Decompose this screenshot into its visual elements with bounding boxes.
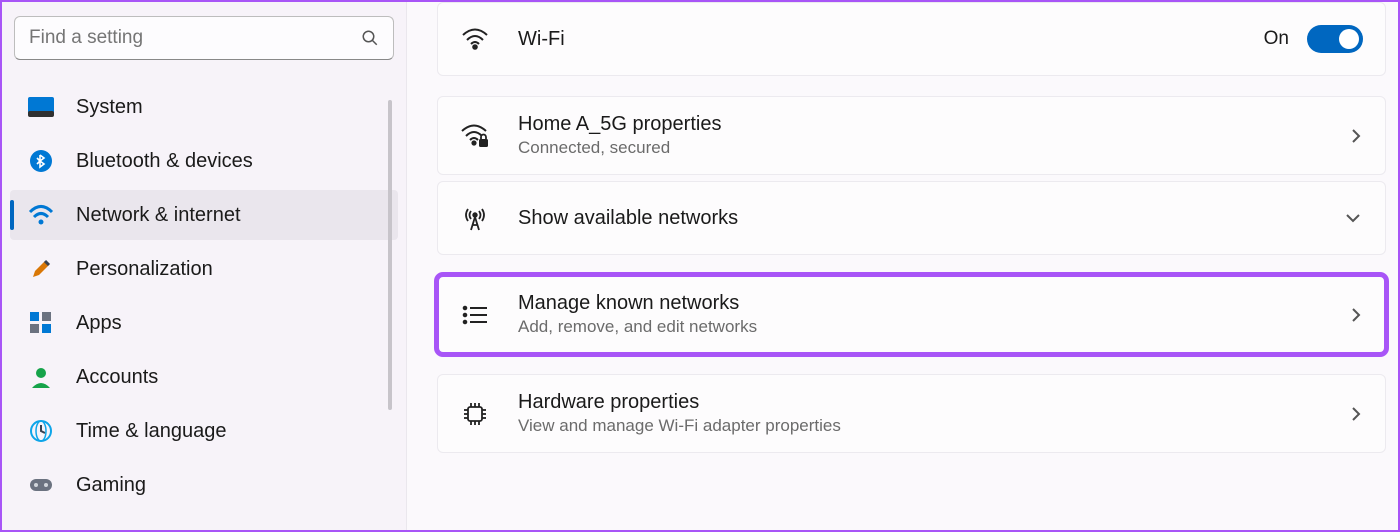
sidebar-item-label: Personalization	[76, 258, 213, 281]
apps-icon	[28, 310, 54, 336]
search-input[interactable]	[29, 27, 361, 49]
wifi-toggle-label: On	[1264, 28, 1289, 50]
sidebar-item-label: Network & internet	[76, 204, 241, 227]
system-icon	[28, 94, 54, 120]
network-icon	[28, 202, 54, 228]
sidebar: System Bluetooth & devices Network & int…	[2, 2, 407, 530]
sidebar-item-label: Time & language	[76, 420, 226, 443]
accounts-icon	[28, 364, 54, 390]
sidebar-item-accounts[interactable]: Accounts	[10, 352, 398, 402]
sidebar-item-label: Bluetooth & devices	[76, 150, 253, 173]
main-content: Wi-Fi On Home A_5G properties Connected,…	[407, 2, 1398, 530]
manage-known-title: Manage known networks	[518, 292, 1321, 315]
sidebar-item-label: Apps	[76, 312, 122, 335]
chip-icon	[460, 400, 490, 428]
nav-list: System Bluetooth & devices Network & int…	[10, 82, 398, 510]
show-available-title: Show available networks	[518, 207, 1315, 230]
search-icon	[361, 29, 379, 47]
personalization-icon	[28, 256, 54, 282]
sidebar-item-apps[interactable]: Apps	[10, 298, 398, 348]
manage-known-sub: Add, remove, and edit networks	[518, 317, 1321, 337]
list-icon	[460, 305, 490, 325]
time-language-icon	[28, 418, 54, 444]
show-available-networks-row[interactable]: Show available networks	[437, 181, 1386, 255]
network-properties-row[interactable]: Home A_5G properties Connected, secured	[437, 96, 1386, 175]
chevron-down-icon	[1343, 211, 1363, 225]
antenna-icon	[460, 205, 490, 231]
chevron-right-icon	[1349, 126, 1363, 146]
bluetooth-icon	[28, 148, 54, 174]
wifi-toggle[interactable]	[1307, 25, 1363, 53]
hardware-properties-row[interactable]: Hardware properties View and manage Wi-F…	[437, 374, 1386, 453]
sidebar-item-bluetooth[interactable]: Bluetooth & devices	[10, 136, 398, 186]
sidebar-item-personalization[interactable]: Personalization	[10, 244, 398, 294]
wifi-icon	[460, 28, 490, 50]
sidebar-item-network[interactable]: Network & internet	[10, 190, 398, 240]
sidebar-item-system[interactable]: System	[10, 82, 398, 132]
sidebar-item-label: Accounts	[76, 366, 158, 389]
manage-known-networks-row[interactable]: Manage known networks Add, remove, and e…	[437, 275, 1386, 354]
wifi-title: Wi-Fi	[518, 28, 1236, 51]
chevron-right-icon	[1349, 305, 1363, 325]
sidebar-item-label: System	[76, 96, 143, 119]
hardware-title: Hardware properties	[518, 391, 1321, 414]
gaming-icon	[28, 472, 54, 498]
wifi-row[interactable]: Wi-Fi On	[437, 2, 1386, 76]
wifi-secured-icon	[460, 124, 490, 148]
sidebar-item-gaming[interactable]: Gaming	[10, 460, 398, 510]
sidebar-scrollbar[interactable]	[388, 100, 392, 410]
hardware-sub: View and manage Wi-Fi adapter properties	[518, 416, 1321, 436]
sidebar-item-label: Gaming	[76, 474, 146, 497]
network-properties-sub: Connected, secured	[518, 138, 1321, 158]
chevron-right-icon	[1349, 404, 1363, 424]
network-properties-title: Home A_5G properties	[518, 113, 1321, 136]
search-box[interactable]	[14, 16, 394, 60]
sidebar-item-time-language[interactable]: Time & language	[10, 406, 398, 456]
